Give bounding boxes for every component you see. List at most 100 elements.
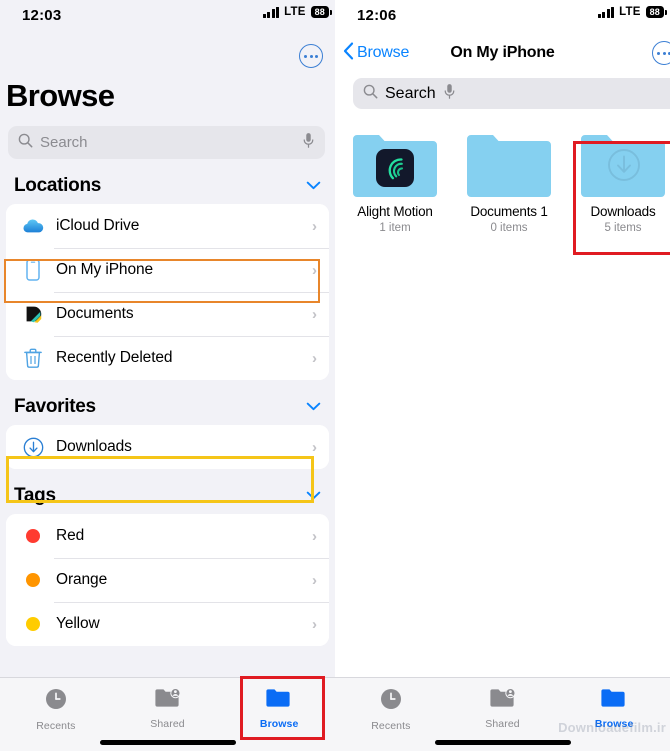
shared-folder-icon <box>154 687 182 714</box>
sidebar-item-icloud-drive[interactable]: iCloud Drive › <box>6 204 329 248</box>
locations-list: iCloud Drive › On My iPhone › Documents … <box>6 204 329 380</box>
sidebar-item-label: Orange <box>56 571 108 588</box>
chevron-right-icon: › <box>312 615 317 633</box>
tab-shared[interactable]: Shared <box>447 687 559 730</box>
sidebar-item-on-my-iphone[interactable]: On My iPhone › <box>6 248 329 292</box>
microphone-icon[interactable] <box>302 132 315 154</box>
network-type-label: LTE <box>284 6 306 18</box>
sidebar-item-documents[interactable]: Documents › <box>6 292 329 336</box>
chevron-right-icon: › <box>312 261 317 279</box>
chevron-down-icon[interactable] <box>306 398 321 416</box>
tab-recents[interactable]: Recents <box>335 687 447 732</box>
search-icon <box>18 133 33 153</box>
folder-item-count: 5 items <box>604 222 642 234</box>
ellipsis-dot-icon <box>662 51 666 55</box>
tab-shared[interactable]: Shared <box>112 687 224 730</box>
more-options-button[interactable] <box>652 41 670 65</box>
icloud-icon <box>20 218 46 234</box>
folder-name: Alight Motion <box>357 204 433 219</box>
folder-icon <box>465 131 553 197</box>
section-header-tags[interactable]: Tags <box>0 469 335 514</box>
ellipsis-dot-icon <box>309 54 313 58</box>
sidebar-item-label: Downloads <box>56 438 132 455</box>
shared-folder-icon <box>489 687 517 714</box>
tag-dot-icon <box>20 617 46 631</box>
search-input[interactable]: Search <box>8 126 325 159</box>
ellipsis-dot-icon <box>314 54 318 58</box>
home-indicator <box>434 740 571 745</box>
left-tab-bar: Recents Shared Browse <box>0 677 335 751</box>
folder-item-documents-1[interactable]: Documents 1 0 items <box>463 131 555 234</box>
tab-label: Shared <box>150 718 185 730</box>
iphone-icon <box>20 259 46 281</box>
signal-bars-icon <box>262 6 280 18</box>
sidebar-item-label: On My iPhone <box>56 261 154 278</box>
alight-motion-app-icon <box>376 149 414 187</box>
search-placeholder: Search <box>40 134 88 151</box>
sidebar-item-label: Documents <box>56 305 134 322</box>
sidebar-item-label: Yellow <box>56 615 100 632</box>
folder-item-count: 1 item <box>379 222 411 234</box>
search-icon <box>363 84 378 104</box>
chevron-right-icon: › <box>312 527 317 545</box>
search-placeholder: Search <box>385 84 436 102</box>
chevron-down-icon[interactable] <box>306 177 321 195</box>
status-time: 12:06 <box>357 7 397 24</box>
more-options-button[interactable] <box>299 44 323 68</box>
section-header-favorites[interactable]: Favorites <box>0 380 335 425</box>
sidebar-item-label: iCloud Drive <box>56 217 140 234</box>
home-indicator <box>99 740 236 745</box>
right-tab-bar: Recents Shared Browse <box>335 677 670 751</box>
folder-item-downloads[interactable]: Downloads 5 items <box>577 131 669 234</box>
clock-icon <box>379 687 403 716</box>
folder-icon <box>600 687 628 714</box>
download-arrow-icon <box>606 147 642 188</box>
ellipsis-dot-icon <box>304 54 308 58</box>
nav-title: On My iPhone <box>450 44 555 61</box>
tab-recents[interactable]: Recents <box>0 687 112 732</box>
chevron-right-icon: › <box>312 305 317 323</box>
tag-dot-icon <box>20 573 46 587</box>
chevron-down-icon[interactable] <box>306 487 321 505</box>
tab-label: Recents <box>36 720 76 732</box>
section-header-locations[interactable]: Locations <box>0 159 335 204</box>
battery-icon: 88 <box>310 6 333 18</box>
sidebar-item-tag-orange[interactable]: Orange › <box>6 558 329 602</box>
status-indicators: LTE 88 <box>597 6 668 18</box>
battery-icon: 88 <box>645 6 668 18</box>
left-screen: 12:03 LTE 88 Browse Search Locations iCl… <box>0 0 335 751</box>
right-screen: 12:06 LTE 88 Browse On My iPhone Search <box>335 0 670 751</box>
folder-name: Documents 1 <box>470 204 548 219</box>
sidebar-item-recently-deleted[interactable]: Recently Deleted › <box>6 336 329 380</box>
tab-label: Browse <box>259 718 299 730</box>
status-indicators: LTE 88 <box>262 6 333 18</box>
sidebar-item-tag-red[interactable]: Red › <box>6 514 329 558</box>
chevron-right-icon: › <box>312 349 317 367</box>
left-status-bar: 12:03 LTE 88 <box>0 0 335 30</box>
trash-icon <box>20 348 46 368</box>
status-time: 12:03 <box>22 7 62 24</box>
section-title: Tags <box>14 485 56 506</box>
tab-browse[interactable]: Browse <box>223 687 335 730</box>
download-circle-icon <box>20 437 46 458</box>
sidebar-item-label: Red <box>56 527 85 544</box>
chevron-right-icon: › <box>312 438 317 456</box>
sidebar-item-tag-yellow[interactable]: Yellow › <box>6 602 329 646</box>
folder-grid: Alight Motion 1 item Documents 1 0 items <box>335 109 670 234</box>
section-title: Locations <box>14 175 102 196</box>
ellipsis-dot-icon <box>657 51 661 55</box>
section-title: Favorites <box>14 396 96 417</box>
search-input[interactable]: Search <box>353 78 670 109</box>
folder-item-alight-motion[interactable]: Alight Motion 1 item <box>349 131 441 234</box>
tab-label: Shared <box>485 718 520 730</box>
chevron-right-icon: › <box>312 217 317 235</box>
folder-item-count: 0 items <box>490 222 528 234</box>
microphone-icon[interactable] <box>443 83 456 105</box>
sidebar-item-label: Recently Deleted <box>56 349 173 366</box>
right-status-bar: 12:06 LTE 88 <box>335 0 670 30</box>
signal-bars-icon <box>597 6 615 18</box>
clock-icon <box>44 687 68 716</box>
sidebar-item-downloads[interactable]: Downloads › <box>6 425 329 469</box>
folder-icon <box>351 131 439 197</box>
chevron-right-icon: › <box>312 571 317 589</box>
